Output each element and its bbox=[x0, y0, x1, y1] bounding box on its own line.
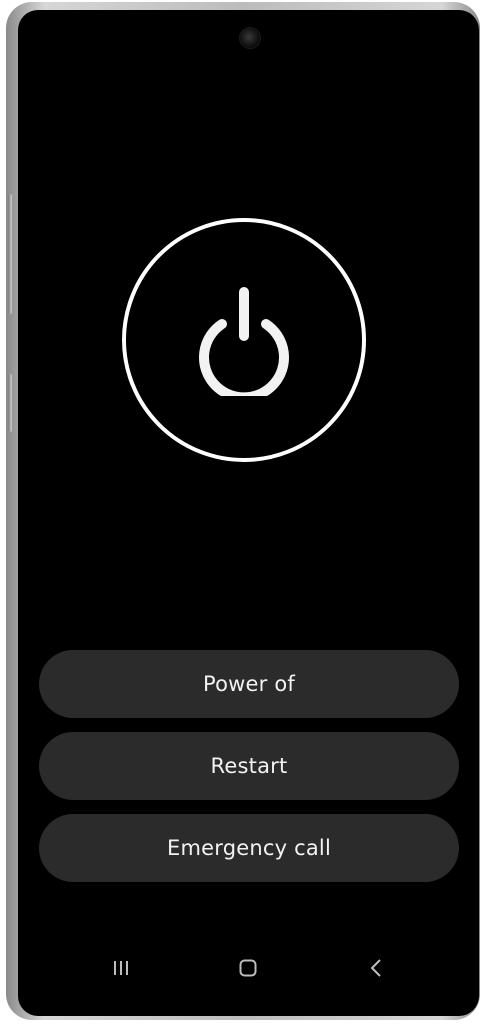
emergency-call-button[interactable]: Emergency call bbox=[39, 814, 459, 882]
recent-apps-button[interactable] bbox=[103, 950, 139, 986]
emergency-call-label: Emergency call bbox=[166, 836, 331, 860]
power-icon bbox=[199, 287, 289, 396]
recent-apps-icon bbox=[114, 961, 128, 975]
home-icon bbox=[239, 959, 257, 977]
power-off-button[interactable]: Power of bbox=[39, 650, 459, 718]
screen: Power of Restart Emergency call bbox=[18, 10, 479, 1016]
restart-label: Restart bbox=[210, 754, 288, 778]
back-button[interactable] bbox=[359, 950, 395, 986]
home-button[interactable] bbox=[230, 950, 266, 986]
front-camera bbox=[240, 28, 260, 48]
volume-button bbox=[8, 194, 12, 314]
restart-button[interactable]: Restart bbox=[39, 732, 459, 800]
power-off-label: Power of bbox=[202, 672, 295, 696]
power-off-slider[interactable] bbox=[122, 218, 366, 462]
navigation-bar bbox=[18, 940, 479, 996]
back-icon bbox=[371, 959, 381, 977]
phone-frame: Power of Restart Emergency call bbox=[6, 2, 480, 1020]
bixby-button bbox=[8, 374, 12, 432]
